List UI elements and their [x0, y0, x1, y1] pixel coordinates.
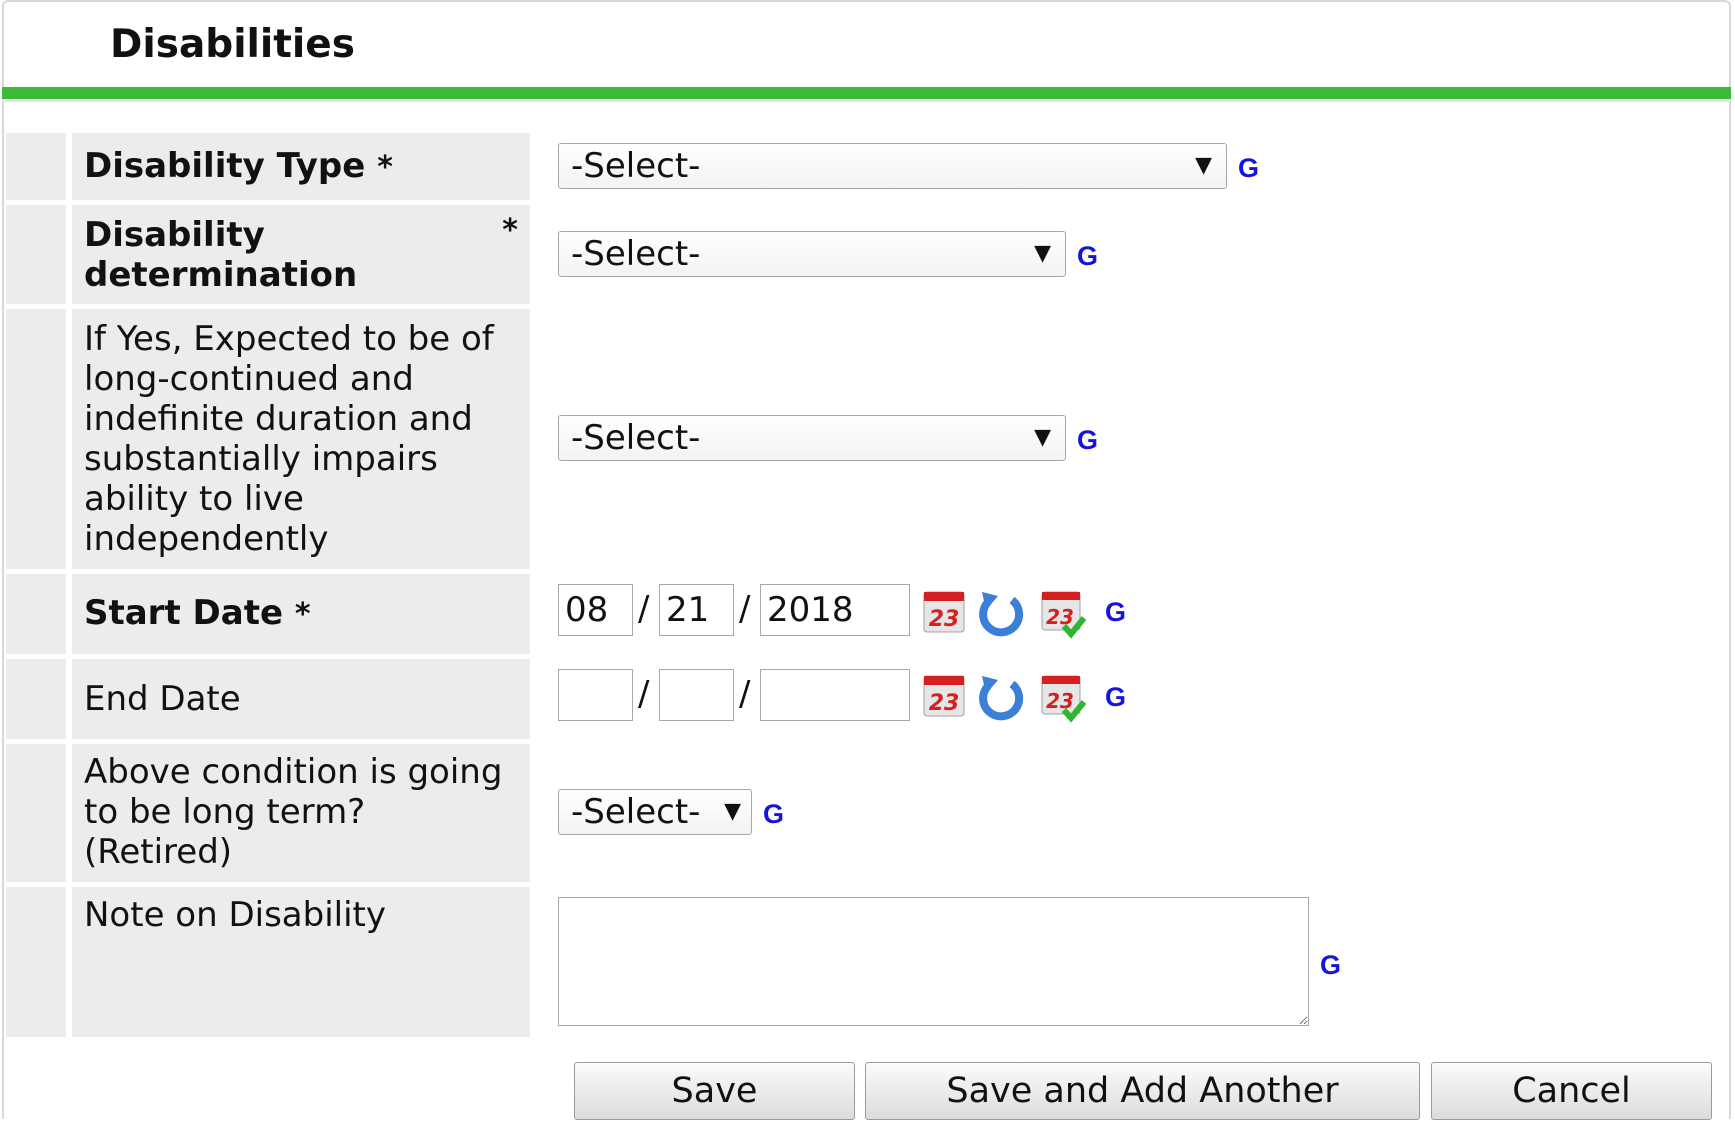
dropdown-arrow-icon: ▼: [1034, 425, 1051, 450]
start-date-year-input[interactable]: 2018: [760, 584, 910, 636]
long-term-retired-label: Above condition is going to be long term…: [72, 744, 530, 882]
dropdown-arrow-icon: ▼: [1034, 241, 1051, 266]
dropdown-arrow-icon: ▼: [1195, 153, 1212, 178]
row-disability-determination: Disability determination *: [6, 205, 530, 304]
title-accent-bar: [2, 87, 1731, 102]
help-link-end-date[interactable]: G: [1105, 682, 1126, 713]
end-date-label: End Date: [72, 659, 530, 739]
start-date-month-input[interactable]: 08: [558, 584, 633, 636]
end-date-year-input[interactable]: [760, 669, 910, 721]
cancel-button[interactable]: Cancel: [1431, 1062, 1712, 1120]
help-link-disability-determination[interactable]: G: [1077, 241, 1098, 272]
svg-text:23: 23: [1046, 605, 1074, 629]
row-end-date: End Date: [6, 659, 530, 739]
long-term-retired-select[interactable]: -Select- ▼: [558, 789, 752, 835]
note-label: Note on Disability: [72, 887, 530, 1037]
row-note: Note on Disability: [6, 887, 530, 1037]
long-continued-label: If Yes, Expected to be of long-continued…: [72, 309, 530, 569]
row-start-date: Start Date *: [6, 574, 530, 654]
note-textarea[interactable]: [558, 897, 1309, 1026]
svg-text:23: 23: [1046, 689, 1074, 713]
save-button[interactable]: Save: [574, 1062, 855, 1120]
calendar-check-icon[interactable]: 23: [1034, 582, 1090, 640]
refresh-icon[interactable]: [972, 582, 1028, 640]
page-title: Disabilities: [110, 22, 355, 67]
calendar-icon[interactable]: 23: [916, 666, 972, 724]
dropdown-arrow-icon: ▼: [724, 799, 741, 824]
refresh-icon[interactable]: [972, 666, 1028, 724]
row-long-continued: If Yes, Expected to be of long-continued…: [6, 309, 530, 569]
required-marker: *: [377, 150, 393, 185]
svg-text:23: 23: [929, 607, 960, 632]
disability-determination-label: Disability determination *: [72, 205, 530, 304]
start-date-day-input[interactable]: 21: [659, 584, 734, 636]
row-disability-type: Disability Type *: [6, 133, 530, 200]
disability-type-label: Disability Type *: [72, 133, 530, 200]
calendar-check-icon[interactable]: 23: [1034, 666, 1090, 724]
end-date-month-input[interactable]: [558, 669, 633, 721]
help-link-long-continued[interactable]: G: [1077, 425, 1098, 456]
row-long-term-retired: Above condition is going to be long term…: [6, 744, 530, 882]
calendar-icon[interactable]: 23: [916, 582, 972, 640]
long-continued-select[interactable]: -Select- ▼: [558, 415, 1066, 461]
svg-text:23: 23: [929, 691, 960, 716]
help-link-note[interactable]: G: [1320, 950, 1341, 981]
required-marker: *: [294, 597, 311, 632]
save-and-add-another-button[interactable]: Save and Add Another: [865, 1062, 1420, 1120]
help-link-long-term[interactable]: G: [763, 799, 784, 830]
disability-type-select[interactable]: -Select- ▼: [558, 143, 1227, 189]
start-date-label: Start Date *: [72, 574, 530, 654]
required-marker: *: [502, 213, 518, 248]
help-link-start-date[interactable]: G: [1105, 597, 1126, 628]
help-link-disability-type[interactable]: G: [1238, 153, 1259, 184]
disability-determination-select[interactable]: -Select- ▼: [558, 231, 1066, 277]
end-date-day-input[interactable]: [659, 669, 734, 721]
